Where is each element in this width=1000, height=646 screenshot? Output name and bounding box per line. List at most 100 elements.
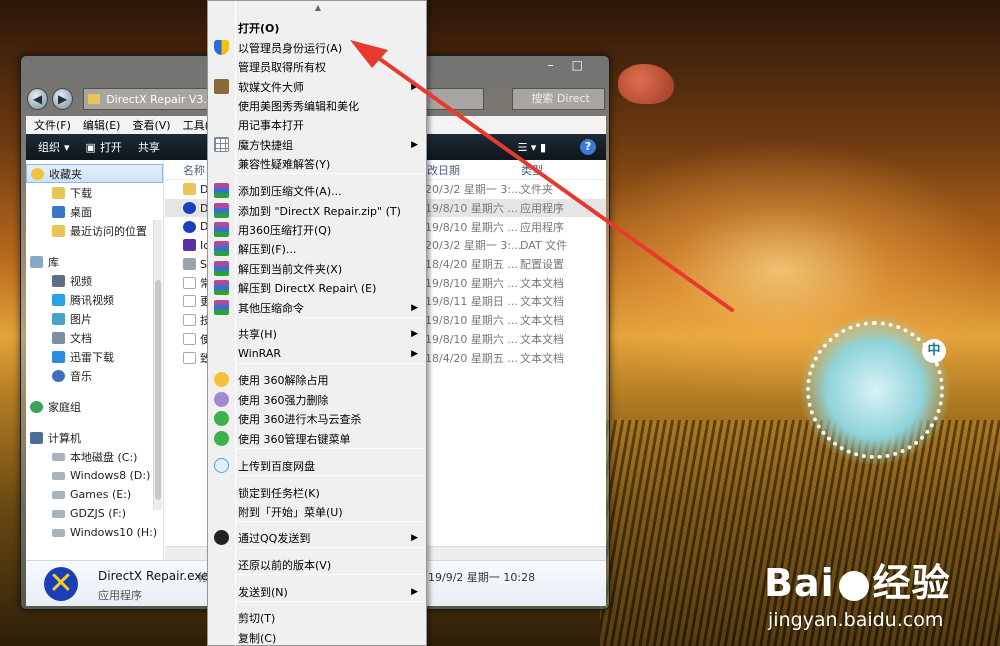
menu-item-24[interactable]: 通过QQ发送到 ▶ (210, 528, 426, 547)
menu-separator (236, 448, 424, 449)
drive-icon (52, 452, 65, 461)
menu-item-label: 使用 360进行木马云查杀 (238, 412, 362, 426)
minimize-button[interactable]: – (548, 58, 554, 72)
column-name[interactable]: 名称 (183, 162, 205, 178)
menu-item-16[interactable]: WinRAR ▶ (210, 344, 426, 363)
menu-item-label: 添加到 "DirectX Repair.zip" (T) (238, 204, 401, 218)
menu-item-1[interactable]: 以管理员身份运行(A) (210, 38, 426, 57)
sidebar-drive-h[interactable]: Windows10 (H:) (26, 523, 163, 542)
sidebar-computer[interactable]: 计算机 (26, 428, 163, 447)
sidebar-item-thunder-downloads[interactable]: 迅雷下载 (26, 347, 163, 366)
search-input[interactable]: 搜索 Direct (512, 88, 605, 110)
menu-item-10[interactable]: 用360压缩打开(Q) (210, 220, 426, 239)
menu-tools[interactable]: 工具( (183, 117, 209, 133)
text-file-icon (183, 276, 196, 289)
sidebar-label: 家庭组 (48, 400, 81, 414)
details-modified-date: 19/9/2 星期一 10:28 (428, 571, 536, 584)
menu-item-8[interactable]: 添加到压缩文件(A)... (210, 181, 426, 200)
forward-button[interactable]: ▶ (52, 88, 74, 110)
maximize-button[interactable]: □ (572, 58, 583, 72)
menu-item-label: 添加到压缩文件(A)... (238, 184, 342, 198)
menu-item-9[interactable]: 添加到 "DirectX Repair.zip" (T) (210, 201, 426, 220)
drive-icon (52, 471, 65, 480)
menu-item-20[interactable]: 使用 360管理右键菜单 (210, 429, 426, 448)
menu-item-23[interactable]: 附到「开始」菜单(U) (210, 502, 426, 521)
menu-item-label: 以管理员身份运行(A) (238, 41, 343, 55)
menu-separator (236, 363, 424, 364)
menu-file[interactable]: 文件(F) (34, 117, 71, 133)
menu-item-12[interactable]: 解压到当前文件夹(X) (210, 259, 426, 278)
menu-scroll-up-icon[interactable]: ▲ (208, 1, 428, 15)
menu-item-5[interactable]: 用记事本打开 (210, 115, 426, 134)
sidebar-drive-f[interactable]: GDZJS (F:) (26, 504, 163, 523)
menu-item-18[interactable]: 使用 360强力删除 (210, 390, 426, 409)
help-icon[interactable]: ? (580, 139, 596, 155)
menu-item-7[interactable]: 兼容性疑难解答(Y) (210, 154, 426, 173)
menu-item-2[interactable]: 管理员取得所有权 (210, 57, 426, 76)
menu-edit[interactable]: 编辑(E) (83, 117, 121, 133)
sidebar-drive-d[interactable]: Windows8 (D:) (26, 466, 163, 485)
menu-item-13[interactable]: 解压到 DirectX Repair\ (E) (210, 278, 426, 297)
column-date[interactable]: 改日期 (427, 162, 460, 178)
360-unlock-icon (214, 372, 229, 387)
nav-scrollbar[interactable] (153, 220, 162, 510)
open-button[interactable]: ▣ 打开 (86, 139, 122, 155)
details-filetype: 应用程序 (98, 589, 142, 602)
menu-item-3[interactable]: 软媒文件大师 ▶ (210, 77, 426, 96)
menu-item-27[interactable]: 剪切(T) (210, 608, 426, 627)
sticker-badge: 中 (922, 339, 946, 363)
view-options-icon[interactable]: ☰ ▾ ▮ (518, 141, 546, 154)
menu-item-14[interactable]: 其他压缩命令 ▶ (210, 298, 426, 317)
file-type: 文本文档 (520, 351, 564, 365)
homegroup-icon (30, 400, 43, 413)
folder-icon (52, 186, 65, 199)
sticker-flower-ring (806, 321, 944, 459)
sidebar-item-tencent-video[interactable]: 腾讯视频 (26, 290, 163, 309)
sidebar-item-music[interactable]: 音乐 (26, 366, 163, 385)
file-date: 19/8/10 星期六 ... (425, 276, 518, 290)
back-button[interactable]: ◀ (27, 88, 49, 110)
sidebar-label: 桌面 (70, 205, 92, 219)
directx-repair-large-icon: ✕ (44, 567, 78, 601)
sidebar-item-downloads[interactable]: 下载 (26, 183, 163, 202)
sidebar-drive-e[interactable]: Games (E:) (26, 485, 163, 504)
share-button[interactable]: 共享 (138, 139, 160, 155)
sidebar-favorites[interactable]: 收藏夹 (26, 164, 163, 183)
sidebar-item-recent[interactable]: 最近访问的位置 (26, 221, 163, 240)
menu-item-4[interactable]: 使用美图秀秀编辑和美化 (210, 96, 426, 115)
sidebar-drive-c[interactable]: 本地磁盘 (C:) (26, 447, 163, 466)
menu-item-11[interactable]: 解压到(F)... (210, 239, 426, 258)
submenu-arrow-icon: ▶ (411, 81, 418, 92)
sidebar-item-documents[interactable]: 文档 (26, 328, 163, 347)
360-manage-icon (214, 431, 229, 446)
menu-view[interactable]: 查看(V) (132, 117, 170, 133)
organize-label: 组织 (38, 141, 60, 154)
sidebar-libraries[interactable]: 库 (26, 252, 163, 271)
menu-item-17[interactable]: 使用 360解除占用 (210, 370, 426, 389)
sidebar-item-videos[interactable]: 视频 (26, 271, 163, 290)
winrar-icon (214, 241, 229, 256)
baidu-cloud-icon (214, 458, 229, 473)
menu-item-26[interactable]: 发送到(N) ▶ (210, 582, 426, 601)
sidebar-homegroup[interactable]: 家庭组 (26, 397, 163, 416)
organize-button[interactable]: 组织 ▾ (38, 139, 70, 155)
menu-item-label: 解压到(F)... (238, 242, 297, 256)
menu-item-0[interactable]: 打开(O) (210, 18, 426, 37)
sidebar-label: 迅雷下载 (70, 350, 114, 364)
menu-item-22[interactable]: 锁定到任务栏(K) (210, 483, 426, 502)
text-file-icon (183, 295, 196, 308)
menu-item-label: 使用美图秀秀编辑和美化 (238, 99, 359, 113)
menu-item-19[interactable]: 使用 360进行木马云查杀 (210, 409, 426, 428)
menu-item-28[interactable]: 复制(C) (210, 628, 426, 646)
winrar-icon (214, 183, 229, 198)
menu-item-21[interactable]: 上传到百度网盘 (210, 456, 426, 475)
menu-item-6[interactable]: 魔方快捷组 ▶ (210, 135, 426, 154)
menu-item-label: 复制(C) (238, 631, 277, 645)
address-path: DirectX Repair V3. (106, 92, 207, 106)
column-type[interactable]: 类型 (521, 162, 543, 178)
sidebar-item-desktop[interactable]: 桌面 (26, 202, 163, 221)
nav-scrollbar-thumb[interactable] (155, 280, 161, 500)
menu-item-25[interactable]: 还原以前的版本(V) (210, 555, 426, 574)
menu-item-15[interactable]: 共享(H) ▶ (210, 324, 426, 343)
sidebar-item-pictures[interactable]: 图片 (26, 309, 163, 328)
